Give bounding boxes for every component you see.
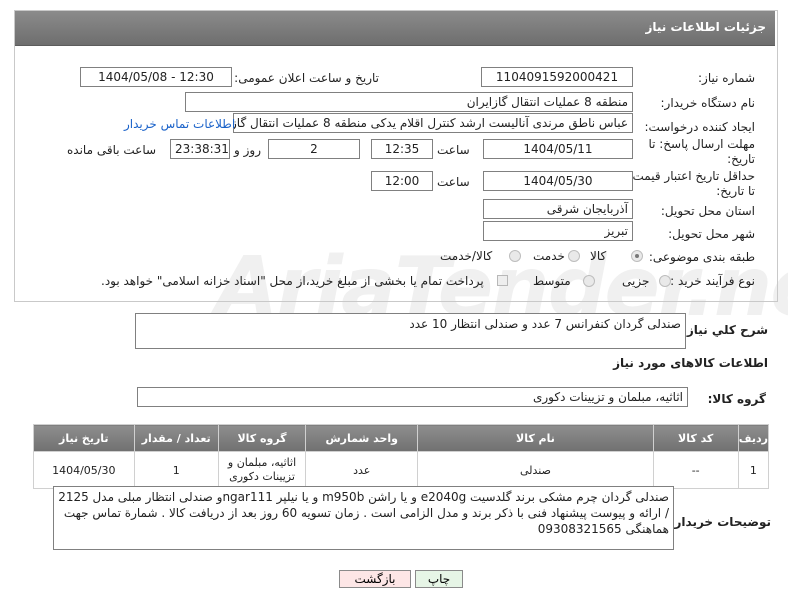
category-option-goods-service: کالا/خدمت <box>440 249 493 263</box>
cell-row: 1 <box>737 451 770 489</box>
buyer-notes-text: صندلی گردان چرم مشکی برند گلدسیت e2040g … <box>58 490 669 536</box>
announce-datetime-label: تاریخ و ساعت اعلان عمومی: <box>234 71 379 85</box>
delivery-province-field: آذربایجان شرقی <box>483 199 633 219</box>
requester-field: عباس ناطق مرندی آنالیست ارشد کنترل اقلام… <box>233 113 633 133</box>
price-validity-time-field: 12:00 <box>371 171 433 191</box>
announce-datetime-field: 1404/05/08 - 12:30 <box>80 67 232 87</box>
price-validity-date-field: 1404/05/30 <box>483 171 633 191</box>
purchase-type-option-small: جزیی <box>622 274 650 288</box>
print-button[interactable]: چاپ <box>415 570 463 588</box>
cell-goods-code: -- <box>652 451 739 489</box>
goods-section-title: اطلاعات کالاهای مورد نیاز <box>613 356 768 370</box>
goods-table-header: تاریخ نیاز تعداد / مقدار گروه کالا واحد … <box>33 424 770 452</box>
purchase-type-radio-small[interactable] <box>659 275 671 287</box>
reply-deadline-date-field: 1404/05/11 <box>483 139 633 159</box>
general-description-label: شرح کلي نياز: <box>682 323 768 337</box>
purchase-type-radio-medium[interactable] <box>583 275 595 287</box>
price-validity-label-2: تا تاریخ: <box>716 184 755 198</box>
buyer-notes-label: توضیحات خریدار: <box>669 515 771 529</box>
category-radio-service[interactable] <box>568 250 580 262</box>
delivery-city-field: تبریز <box>483 221 633 241</box>
goods-table: تاریخ نیاز تعداد / مقدار گروه کالا واحد … <box>33 424 770 489</box>
category-radio-goods[interactable] <box>631 250 643 262</box>
cell-unit: عدد <box>305 451 419 489</box>
general-description-field: صندلی گردان کنفرانس 7 عدد و صندلی انتظار… <box>135 313 686 349</box>
buyer-notes-field: صندلی گردان چرم مشکی برند گلدسیت e2040g … <box>53 486 674 550</box>
goods-group-label: گروه کالا: <box>707 392 766 406</box>
col-need-date: تاریخ نیاز <box>33 424 135 452</box>
col-goods-code: کد کالا <box>652 424 739 452</box>
purchase-type-label: نوع فرآیند خرید : <box>670 274 755 288</box>
delivery-city-label: شهر محل تحویل: <box>668 227 755 241</box>
col-quantity: تعداد / مقدار <box>133 424 219 452</box>
general-description-text: صندلی گردان کنفرانس 7 عدد و صندلی انتظار… <box>409 317 681 331</box>
reply-days-label: روز و <box>234 143 261 157</box>
goods-group-field: اثاثیه، مبلمان و تزیینات دکوری <box>137 387 688 407</box>
category-option-goods: کالا <box>590 249 607 263</box>
reply-deadline-time-field: 12:35 <box>371 139 433 159</box>
category-option-service: خدمت <box>533 249 565 263</box>
cell-need-date: 1404/05/30 <box>33 451 135 489</box>
buyer-contact-link[interactable]: اطلاعات تماس خریدار <box>124 117 235 131</box>
need-number-field: 1104091592000421 <box>481 67 633 87</box>
cell-goods-name: صندلی <box>417 451 654 489</box>
col-row: ردیف <box>737 424 770 452</box>
buyer-org-label: نام دستگاه خریدار: <box>660 96 756 110</box>
remaining-time-field: 23:38:31 <box>170 139 230 159</box>
cell-goods-group: اثاثیه، مبلمان و تزیینات دکوری <box>217 451 307 489</box>
page-title: جزئیات اطلاعات نیاز <box>645 20 766 34</box>
col-goods-name: نام کالا <box>417 424 654 452</box>
col-unit: واحد شمارش <box>305 424 419 452</box>
buyer-org-field: منطقه 8 عملیات انتقال گازایران <box>185 92 633 112</box>
price-validity-time-label: ساعت <box>437 175 470 189</box>
reply-deadline-label-1: مهلت ارسال پاسخ: تا <box>648 137 755 151</box>
remaining-time-label: ساعت باقی مانده <box>67 143 157 157</box>
reply-deadline-label-2: تاریخ: <box>727 152 755 166</box>
price-validity-label-1: حداقل تاریخ اعتبار قیمت: <box>628 169 755 183</box>
cell-quantity: 1 <box>133 451 219 489</box>
reply-deadline-time-label: ساعت <box>437 143 470 157</box>
treasury-checkbox[interactable] <box>497 275 508 286</box>
treasury-note: پرداخت تمام یا بخشی از مبلغ خرید،از محل … <box>101 274 484 288</box>
need-number-label: شماره نیاز: <box>698 71 755 85</box>
delivery-province-label: استان محل تحویل: <box>660 204 755 218</box>
col-goods-group: گروه کالا <box>217 424 307 452</box>
table-row: 1404/05/30 1 اثاثیه، مبلمان و تزیینات دک… <box>33 451 770 489</box>
back-button[interactable]: بازگشت <box>339 570 411 588</box>
reply-days-field: 2 <box>268 139 360 159</box>
purchase-type-option-medium: متوسط <box>533 274 571 288</box>
requester-label: ایجاد کننده درخواست: <box>644 120 755 134</box>
category-radio-goods-service[interactable] <box>509 250 521 262</box>
category-label: طبقه بندی موضوعی: <box>648 250 755 264</box>
